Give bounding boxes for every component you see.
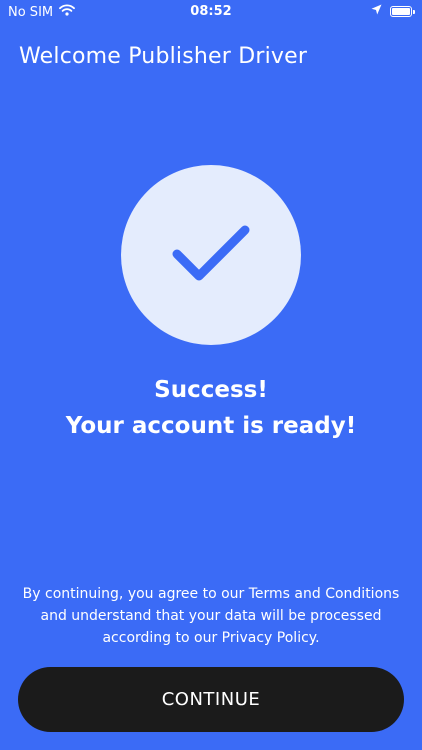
continue-button[interactable]: CONTINUE (18, 667, 404, 732)
status-right (371, 4, 415, 19)
status-bar: No SIM 08:52 (0, 0, 422, 24)
battery-icon (390, 6, 415, 17)
success-badge (121, 165, 301, 345)
success-message: Success! Your account is ready! (0, 372, 422, 444)
legal-disclaimer: By continuing, you agree to our Terms an… (22, 586, 400, 646)
checkmark-icon (171, 222, 251, 288)
status-time: 08:52 (190, 4, 232, 19)
page-title: Welcome Publisher Driver (19, 44, 308, 69)
success-title: Success! (154, 377, 268, 403)
location-arrow-icon (371, 4, 382, 19)
battery-level (392, 8, 410, 15)
success-subtitle: Your account is ready! (65, 413, 357, 439)
